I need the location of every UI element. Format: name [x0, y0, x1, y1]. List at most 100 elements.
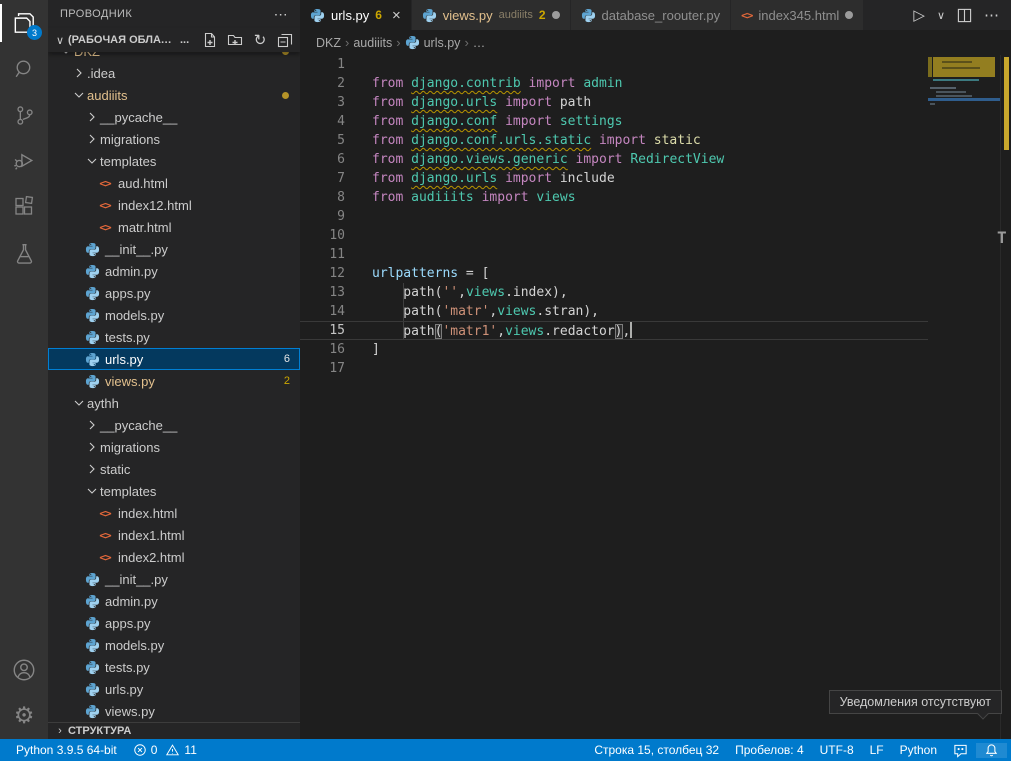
notifications-bell-icon[interactable]	[976, 743, 1007, 758]
code-line-6[interactable]: 6from django.views.generic import Redire…	[300, 150, 928, 169]
workspace-section-header[interactable]: ∨ (РАБОЧАЯ ОБЛАСТЬ) ... ↻	[48, 28, 300, 52]
editor-more-icon[interactable]: ⋯	[984, 6, 999, 24]
code-line-9[interactable]: 9	[300, 207, 928, 226]
python-interpreter[interactable]: Python 3.9.5 64-bit	[8, 743, 125, 757]
line-number: 1	[300, 57, 372, 72]
run-button[interactable]: ▷	[913, 6, 925, 24]
run-dropdown-icon[interactable]: ∨	[937, 9, 945, 22]
tree-folder-static[interactable]: static	[48, 458, 300, 480]
extensions-icon[interactable]	[0, 184, 48, 230]
code-line-16[interactable]: 16]	[300, 340, 928, 359]
code-line-4[interactable]: 4from django.conf import settings	[300, 112, 928, 131]
indentation[interactable]: Пробелов: 4	[727, 743, 812, 757]
tree-file-views.py[interactable]: views.py2	[48, 370, 300, 392]
code-line-11[interactable]: 11	[300, 245, 928, 264]
breadcrumb-separator: ›	[396, 35, 400, 50]
tree-folder-templates[interactable]: templates	[48, 480, 300, 502]
tree-folder-__pycache__[interactable]: __pycache__	[48, 414, 300, 436]
outline-section-header[interactable]: › СТРУКТУРА	[48, 722, 300, 739]
tree-file-tests.py[interactable]: tests.py	[48, 326, 300, 348]
line-number: 3	[300, 95, 372, 110]
breadcrumb-item-…[interactable]: …	[473, 36, 486, 50]
html-icon: <>	[97, 551, 113, 564]
feedback-icon[interactable]	[945, 743, 976, 758]
testing-icon[interactable]	[0, 230, 48, 276]
search-icon[interactable]	[0, 46, 48, 92]
tree-folder-migrations[interactable]: migrations	[48, 128, 300, 150]
source-control-icon[interactable]	[0, 92, 48, 138]
tree-file-index12.html[interactable]: <>index12.html	[48, 194, 300, 216]
minimap[interactable]	[928, 55, 1000, 739]
code-line-1[interactable]: 1	[300, 55, 928, 74]
tree-folder-aythh[interactable]: aythh	[48, 392, 300, 414]
code-line-5[interactable]: 5from django.conf.urls.static import sta…	[300, 131, 928, 150]
tree-file-tests.py[interactable]: tests.py	[48, 656, 300, 678]
run-debug-icon[interactable]	[0, 138, 48, 184]
chevron-down-icon	[84, 153, 100, 169]
tree-file-matr.html[interactable]: <>matr.html	[48, 216, 300, 238]
tab-views.py[interactable]: views.pyaudiiits2	[412, 0, 571, 30]
tab-database_roouter.py[interactable]: database_roouter.py	[571, 0, 732, 30]
tree-file-index2.html[interactable]: <>index2.html	[48, 546, 300, 568]
tree-file-models.py[interactable]: models.py	[48, 304, 300, 326]
activity-bar: 3 ⚙	[0, 0, 48, 739]
tab-urls.py[interactable]: urls.py6×	[300, 0, 412, 30]
indentation-label: Пробелов: 4	[735, 743, 804, 757]
tree-file-urls.py[interactable]: urls.py6	[48, 348, 300, 370]
tree-file-__init__.py[interactable]: __init__.py	[48, 568, 300, 590]
tree-folder-templates[interactable]: templates	[48, 150, 300, 172]
tree-file-__init__.py[interactable]: __init__.py	[48, 238, 300, 260]
problems-indicator[interactable]: 0 11	[125, 743, 205, 757]
new-folder-icon[interactable]	[226, 31, 244, 49]
language-mode[interactable]: Python	[892, 743, 945, 757]
tree-folder-__pycache__[interactable]: __pycache__	[48, 106, 300, 128]
tree-folder-audiiits[interactable]: audiiits	[48, 84, 300, 106]
split-editor-icon[interactable]	[957, 8, 972, 23]
code-line-13[interactable]: 13 path('',views.index),	[300, 283, 928, 302]
overview-ruler[interactable]	[1000, 55, 1011, 739]
sidebar-more-icon[interactable]: ⋯	[274, 6, 288, 23]
collapse-all-icon[interactable]	[276, 31, 294, 49]
line-number: 9	[300, 209, 372, 224]
tree-file-index1.html[interactable]: <>index1.html	[48, 524, 300, 546]
tab-index345.html[interactable]: <>index345.html	[731, 0, 864, 30]
tree-item-label: static	[100, 462, 130, 477]
encoding[interactable]: UTF-8	[812, 743, 862, 757]
eol-sequence[interactable]: LF	[862, 743, 892, 757]
breadcrumb-item-DKZ[interactable]: DKZ	[316, 36, 341, 50]
tree-item-label: .idea	[87, 66, 115, 81]
settings-gear-icon[interactable]: ⚙	[0, 693, 48, 739]
code-line-14[interactable]: 14 path('matr',views.stran),	[300, 302, 928, 321]
chevron-right-icon	[84, 131, 100, 147]
code-area[interactable]: 1 2from django.contrib import admin3from …	[300, 55, 1011, 739]
explorer-icon[interactable]: 3	[0, 0, 48, 46]
code-line-3[interactable]: 3from django.urls import path	[300, 93, 928, 112]
tree-file-models.py[interactable]: models.py	[48, 634, 300, 656]
tree-folder-migrations[interactable]: migrations	[48, 436, 300, 458]
code-line-2[interactable]: 2from django.contrib import admin	[300, 74, 928, 93]
tree-file-apps.py[interactable]: apps.py	[48, 612, 300, 634]
tree-file-admin.py[interactable]: admin.py	[48, 590, 300, 612]
tree-file-admin.py[interactable]: admin.py	[48, 260, 300, 282]
breadcrumb-item-urls.py[interactable]: urls.py	[405, 35, 461, 50]
code-line-12[interactable]: 12urlpatterns = [	[300, 264, 928, 283]
code-line-15[interactable]: 15 path('matr1',views.redactor),	[300, 321, 928, 340]
tree-folder-.idea[interactable]: .idea	[48, 62, 300, 84]
tree-file-urls.py[interactable]: urls.py	[48, 678, 300, 700]
tree-file-views.py[interactable]: views.py	[48, 700, 300, 722]
tree-file-index.html[interactable]: <>index.html	[48, 502, 300, 524]
refresh-icon[interactable]: ↻	[251, 31, 269, 49]
minimap-mark	[936, 91, 966, 93]
code-line-8[interactable]: 8from audiiits import views	[300, 188, 928, 207]
code-line-7[interactable]: 7from django.urls import include	[300, 169, 928, 188]
cursor-position[interactable]: Строка 15, столбец 32	[586, 743, 727, 757]
tab-modified-dot	[845, 11, 853, 19]
new-file-icon[interactable]	[201, 31, 219, 49]
tree-file-apps.py[interactable]: apps.py	[48, 282, 300, 304]
breadcrumb-item-audiiits[interactable]: audiiits	[353, 36, 392, 50]
account-icon[interactable]	[0, 647, 48, 693]
code-line-17[interactable]: 17	[300, 359, 928, 378]
tree-file-aud.html[interactable]: <>aud.html	[48, 172, 300, 194]
close-icon[interactable]: ×	[392, 7, 401, 24]
code-line-10[interactable]: 10	[300, 226, 928, 245]
